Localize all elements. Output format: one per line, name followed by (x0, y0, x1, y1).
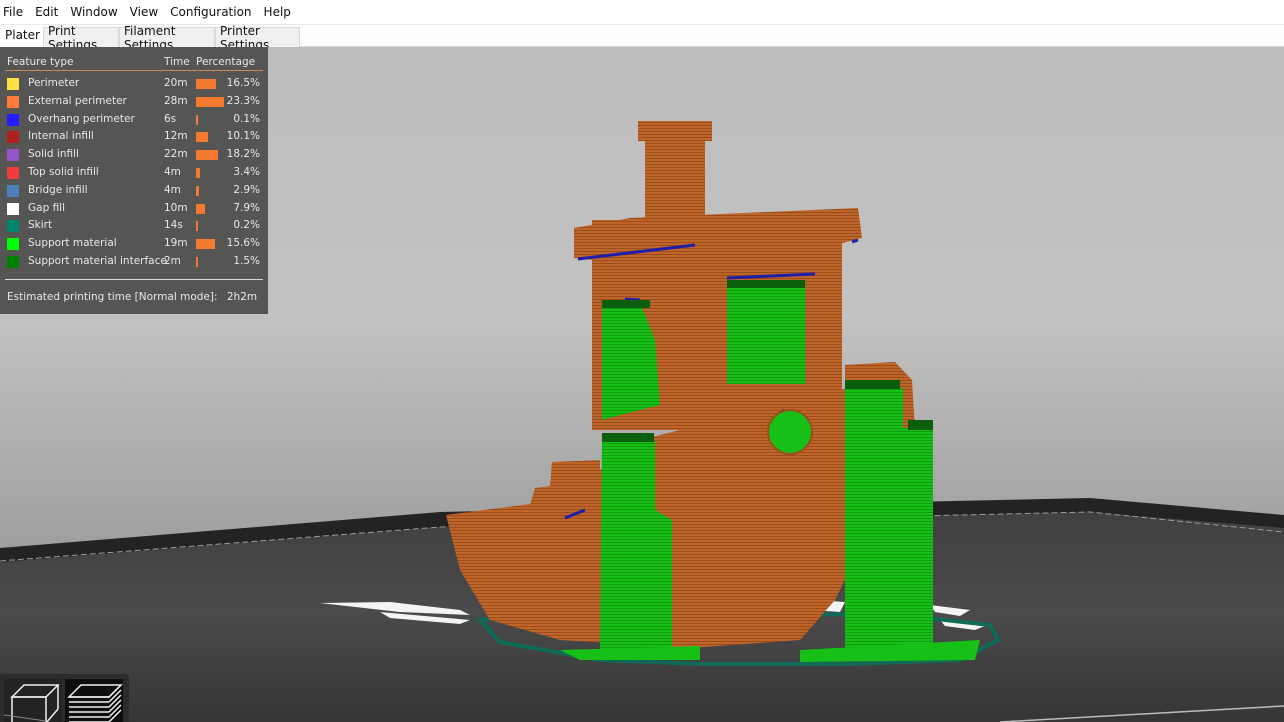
legend-color-swatch (7, 220, 19, 233)
legend-color-swatch (7, 149, 19, 162)
model-chimney (645, 135, 705, 220)
tab-filament-settings[interactable]: Filament Settings (119, 24, 215, 52)
legend-divider (5, 70, 263, 71)
porthole (767, 409, 813, 455)
legend-percentage-bar (196, 257, 198, 267)
legend-percentage-bar (196, 150, 218, 161)
legend-percentage: 0.1% (233, 112, 260, 125)
legend-percentage: 2.9% (233, 183, 260, 196)
3d-view-button[interactable] (3, 679, 62, 722)
preview-button[interactable] (65, 679, 123, 722)
estimated-time-value: 2h2m (226, 291, 258, 303)
menu-window[interactable]: Window (70, 5, 123, 19)
tab-print-settings[interactable]: Print Settings (43, 24, 119, 52)
layers-icon (67, 684, 123, 722)
legend-feature-label: Support material interface (28, 255, 167, 267)
legend-time: 4m (164, 166, 181, 178)
legend-percentage-bar (196, 168, 201, 178)
tab-plater[interactable]: Plater (0, 25, 43, 47)
legend-percentage: 23.3% (226, 94, 260, 107)
legend-feature-label: Top solid infill (28, 166, 99, 178)
legend-feature-label: Support material (28, 237, 117, 250)
menu-configuration[interactable]: Configuration (170, 5, 257, 19)
legend-feature-label: Skirt (28, 219, 53, 232)
header-percentage: Percentage (196, 56, 256, 68)
legend-time: 6s (164, 112, 177, 125)
estimated-time-label: Estimated printing time [Normal mode]: (7, 291, 218, 303)
legend-color-swatch (7, 184, 19, 197)
legend-time: 4m (164, 183, 181, 196)
legend-row: Perimeter 20m 16.5% (0, 76, 268, 92)
legend-footer-divider (5, 279, 263, 280)
legend-row: Support material interface 2m 1.5% (0, 254, 268, 270)
legend-percentage: 15.6% (226, 237, 260, 250)
legend-feature-label: Overhang perimeter (28, 112, 135, 125)
model-deck-steps (446, 460, 600, 530)
legend-time: 12m (164, 130, 188, 143)
feature-legend: Feature type Time Percentage Perimeter 20… (0, 47, 268, 314)
legend-percentage: 10.1% (226, 130, 260, 143)
legend-time: 20m (164, 77, 188, 89)
view-toolbar (0, 674, 129, 722)
legend-color-swatch (7, 238, 19, 251)
legend-feature-label: Solid infill (28, 148, 79, 161)
legend-row: Skirt 14s 0.2% (0, 218, 268, 234)
legend-percentage: 1.5% (233, 255, 260, 267)
legend-row: Support material 19m 15.6% (0, 236, 268, 252)
legend-row: Bridge infill 4m 2.9% (0, 183, 268, 199)
legend-time: 2m (164, 255, 181, 267)
legend-row: Internal infill 12m 10.1% (0, 129, 268, 145)
legend-percentage: 0.2% (233, 219, 260, 232)
legend-color-swatch (7, 113, 19, 126)
legend-row: Overhang perimeter 6s 0.1% (0, 112, 268, 128)
tab-bar: Plater Print Settings Filament Settings … (0, 24, 1284, 52)
legend-row: Top solid infill 4m 3.4% (0, 165, 268, 181)
legend-time: 10m (164, 201, 188, 214)
legend-percentage-bar (196, 239, 215, 250)
tab-printer-settings[interactable]: Printer Settings (215, 24, 300, 52)
legend-color-swatch (7, 131, 19, 144)
model-chimney-top (638, 121, 712, 141)
legend-percentage-bar (196, 132, 209, 143)
legend-time: 19m (164, 237, 188, 250)
legend-feature-label: External perimeter (28, 94, 127, 107)
legend-color-swatch (7, 78, 19, 90)
legend-time: 28m (164, 94, 188, 107)
legend-percentage: 16.5% (226, 77, 260, 89)
legend-feature-label: Gap fill (28, 201, 66, 214)
menu-edit[interactable]: Edit (35, 5, 64, 19)
estimated-time: Estimated printing time [Normal mode]: 2… (7, 291, 257, 303)
legend-header: Feature type Time Percentage (7, 56, 262, 68)
legend-feature-label: Internal infill (28, 130, 94, 143)
legend-percentage-bar (196, 114, 198, 125)
cube-icon (3, 684, 60, 722)
legend-percentage: 18.2% (226, 148, 260, 161)
legend-percentage-bar (196, 96, 224, 107)
legend-percentage-bar (196, 185, 200, 196)
legend-percentage: 3.4% (233, 166, 260, 178)
header-feature-type: Feature type (7, 56, 74, 68)
legend-color-swatch (7, 256, 19, 268)
menu-bar: File Edit Window View Configuration Help (0, 0, 1284, 25)
legend-row: Gap fill 10m 7.9% (0, 201, 268, 217)
legend-row: Solid infill 22m 18.2% (0, 147, 268, 163)
menu-file[interactable]: File (3, 5, 29, 19)
legend-color-swatch (7, 167, 19, 179)
legend-percentage: 7.9% (233, 201, 260, 214)
menu-view[interactable]: View (130, 5, 164, 19)
legend-percentage-bar (196, 203, 206, 214)
legend-time: 22m (164, 148, 188, 161)
legend-row: External perimeter 28m 23.3% (0, 94, 268, 110)
menu-help[interactable]: Help (264, 5, 297, 19)
legend-feature-label: Perimeter (28, 77, 80, 89)
legend-percentage-bar (196, 79, 216, 89)
legend-percentage-bar (196, 221, 198, 232)
legend-feature-label: Bridge infill (28, 183, 88, 196)
legend-color-swatch (7, 95, 19, 108)
legend-time: 14s (164, 219, 183, 232)
legend-color-swatch (7, 202, 19, 215)
header-time: Time (164, 56, 190, 68)
